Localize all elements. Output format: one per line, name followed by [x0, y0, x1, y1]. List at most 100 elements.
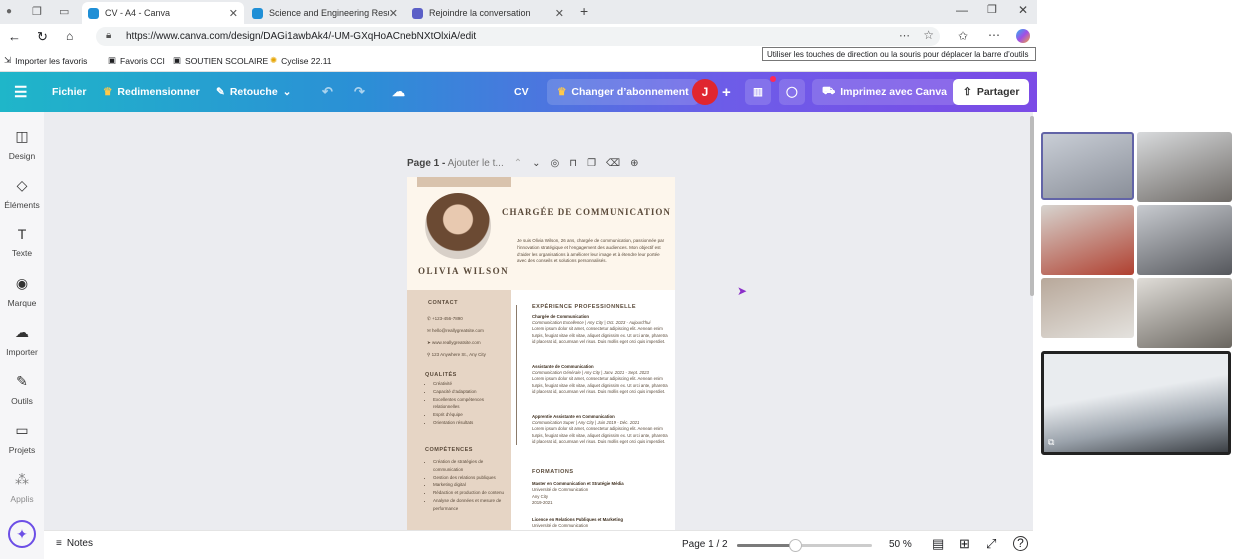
- minimize-icon[interactable]: —: [956, 3, 968, 17]
- rail-design[interactable]: ◫ Design: [0, 128, 44, 161]
- tab-canva[interactable]: CV - A4 - Canva ✕: [82, 2, 244, 24]
- avatar[interactable]: J: [692, 79, 718, 105]
- chevron-down-icon: ⌄: [282, 86, 292, 98]
- rail-upload[interactable]: ☁ Importer: [0, 324, 44, 357]
- duplicate-icon[interactable]: ❐: [587, 158, 596, 169]
- cloud-save-icon[interactable]: ☁: [392, 79, 405, 105]
- add-page-icon[interactable]: ⊕: [630, 158, 638, 169]
- print-label: Imprimez avec Canva: [840, 86, 948, 98]
- tab-teams[interactable]: Rejoindre la conversation ✕: [406, 2, 570, 24]
- rail-brand[interactable]: ◉ Marque: [0, 275, 44, 308]
- help-icon[interactable]: ?: [1013, 536, 1028, 551]
- rail-elements[interactable]: ◇ Éléments: [0, 177, 44, 210]
- tab-resume[interactable]: Science and Engineering Resume ✕: [246, 2, 404, 24]
- rail-apps[interactable]: ⁂ Applis: [0, 471, 44, 504]
- magic-sparkle-icon[interactable]: ✦: [8, 520, 36, 548]
- video-tile-room[interactable]: ⧉: [1041, 351, 1231, 455]
- video-tile[interactable]: [1137, 132, 1232, 202]
- video-tile[interactable]: [1041, 278, 1134, 338]
- video-tile[interactable]: [1137, 278, 1232, 348]
- thumbnails-icon[interactable]: ⊞: [959, 536, 970, 552]
- job-description: Lorem ipsum dolor sit amet, consectetur …: [532, 376, 668, 394]
- zoom-slider[interactable]: [737, 539, 872, 552]
- zoom-level[interactable]: 50 %: [889, 539, 912, 550]
- sun-icon: ✺: [270, 55, 278, 65]
- home-icon[interactable]: ⌂: [66, 29, 73, 43]
- notes-button[interactable]: ≡ Notes: [56, 538, 93, 549]
- fullscreen-icon[interactable]: ⤢: [986, 536, 996, 552]
- favorites-icon[interactable]: ✩: [958, 29, 968, 43]
- share-label: Partager: [976, 86, 1020, 98]
- retouch-button[interactable]: ✎ Retouche ⌄: [216, 79, 291, 105]
- document-name[interactable]: CV: [514, 79, 529, 105]
- rail-projects[interactable]: ▭ Projets: [0, 422, 44, 455]
- canva-favicon-icon: [88, 7, 99, 19]
- back-icon[interactable]: ←: [8, 29, 21, 44]
- tab-actions-icon[interactable]: ▭: [59, 5, 69, 18]
- workspaces-icon[interactable]: ❐: [32, 5, 42, 18]
- insights-icon[interactable]: ▥: [745, 79, 771, 105]
- crown-icon: ♛: [557, 86, 567, 98]
- bookmark-label: SOUTIEN SCOLAIRE: [185, 55, 269, 66]
- close-tab-icon[interactable]: ✕: [389, 7, 398, 20]
- add-collaborator-icon[interactable]: +: [722, 79, 731, 105]
- page-title-input[interactable]: Ajouter le t...: [448, 158, 504, 169]
- rail-text[interactable]: T Texte: [0, 226, 44, 258]
- job-entry: Apprentie Assistante en Communication Co…: [532, 414, 670, 445]
- skill-item: Analyse de données et mesure de performa…: [433, 497, 509, 513]
- folder-icon: ▣: [108, 55, 117, 65]
- chevron-up-icon[interactable]: ⌃: [514, 158, 522, 169]
- redo-icon[interactable]: ↷: [354, 79, 365, 105]
- canvas-scrollbar[interactable]: [1030, 116, 1034, 296]
- file-menu-button[interactable]: Fichier: [52, 79, 86, 105]
- trash-icon[interactable]: ⌫: [606, 158, 620, 169]
- page-header: Page 1 - Ajouter le t... ⌃ ⌄ ◎ ⊓ ❐ ⌫ ⊕: [407, 158, 639, 169]
- bookmark-cci[interactable]: ▣ Favoris CCI: [108, 55, 165, 66]
- chevron-down-icon[interactable]: ⌄: [532, 158, 540, 169]
- close-window-icon[interactable]: ✕: [1018, 3, 1028, 17]
- profile-photo[interactable]: [425, 193, 491, 259]
- contact-phone: ✆ +123-456-7890: [427, 313, 486, 325]
- bookmark-import[interactable]: ⇲ Importer les favoris: [4, 55, 87, 66]
- new-tab-icon[interactable]: +: [580, 3, 588, 19]
- rail-tools[interactable]: ✎ Outils: [0, 373, 44, 406]
- contact-text: +123-456-7890: [432, 316, 463, 321]
- crown-icon: ♛: [103, 86, 113, 98]
- restore-icon[interactable]: ❐: [987, 3, 997, 16]
- zoom-slider-handle[interactable]: [789, 539, 803, 552]
- resize-button[interactable]: ♛ Redimensionner: [103, 79, 200, 105]
- screen-share-icon: ⧉: [1048, 437, 1055, 447]
- profile-icon[interactable]: ●: [6, 6, 12, 17]
- quality-item: Créativité: [433, 380, 509, 388]
- more-dots-icon[interactable]: ⋯: [899, 29, 910, 42]
- truck-icon: ⛟: [822, 85, 836, 97]
- video-tile[interactable]: [1041, 205, 1134, 275]
- video-tile[interactable]: [1137, 205, 1232, 275]
- grid-view-icon[interactable]: ▤: [932, 536, 944, 552]
- contact-list: ✆ +123-456-7890 ✉ hello@reallygreatsite.…: [427, 313, 486, 361]
- draw-icon: ✎: [16, 373, 28, 389]
- undo-icon[interactable]: ↶: [322, 79, 333, 105]
- close-tab-icon[interactable]: ✕: [555, 7, 564, 20]
- cv-page[interactable]: CHARGÉE DE COMMUNICATION OLIVIA WILSON J…: [407, 177, 675, 530]
- url-text: https://www.canva.com/design/DAGi1awbAk4…: [126, 31, 477, 42]
- contact-text: hello@reallygreatsite.com: [432, 328, 484, 333]
- copilot-icon[interactable]: [1016, 29, 1030, 43]
- eye-icon[interactable]: ◎: [551, 158, 560, 169]
- upgrade-button[interactable]: ♛ Changer d’abonnement: [547, 79, 699, 105]
- menu-icon[interactable]: ☰: [14, 79, 27, 105]
- comment-icon[interactable]: ◯: [779, 79, 805, 105]
- close-tab-icon[interactable]: ✕: [229, 7, 238, 20]
- cv-top-strip: [417, 177, 511, 187]
- favorite-star-icon[interactable]: ☆: [923, 28, 934, 42]
- bookmark-cyclise[interactable]: ✺ Cyclise 22.11: [270, 55, 332, 66]
- share-button[interactable]: ⇧ Partager: [953, 79, 1030, 105]
- video-tile[interactable]: [1041, 132, 1134, 200]
- settings-menu-icon[interactable]: ⋯: [988, 28, 1000, 42]
- bookmark-soutien[interactable]: ▣ SOUTIEN SCOLAIRE: [173, 55, 268, 66]
- lock-icon[interactable]: ⊓: [569, 158, 577, 169]
- url-input[interactable]: 🔒︎ https://www.canva.com/design/DAGi1awb…: [96, 27, 940, 46]
- refresh-icon[interactable]: ↻: [37, 29, 48, 45]
- print-button[interactable]: ⛟ Imprimez avec Canva: [812, 79, 958, 105]
- page-counter[interactable]: Page 1 / 2: [682, 539, 728, 550]
